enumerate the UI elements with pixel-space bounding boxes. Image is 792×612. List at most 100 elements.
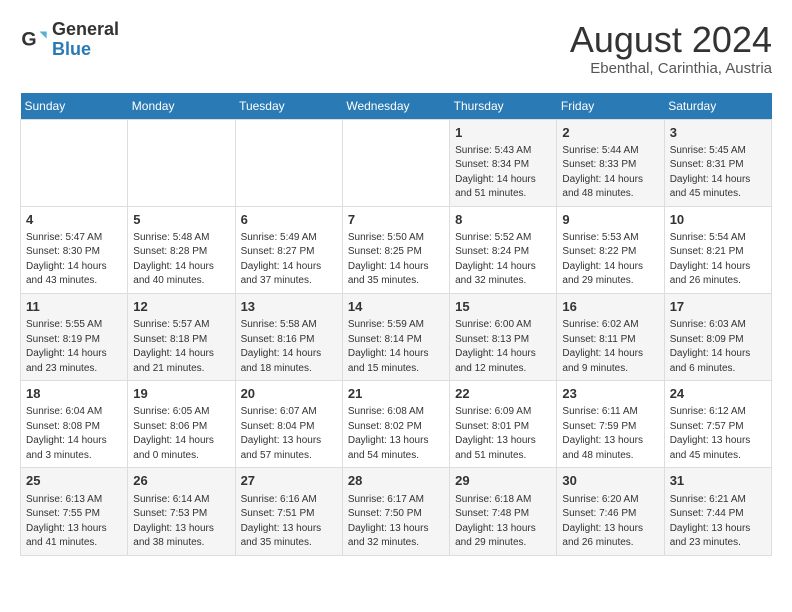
calendar-table: SundayMondayTuesdayWednesdayThursdayFrid… bbox=[20, 93, 772, 556]
day-number: 1 bbox=[455, 124, 551, 142]
cell-info: Sunrise: 6:20 AM Sunset: 7:46 PM Dayligh… bbox=[562, 493, 658, 551]
calendar-cell bbox=[21, 119, 128, 206]
calendar-cell bbox=[342, 119, 449, 206]
day-number: 4 bbox=[26, 211, 122, 229]
calendar-cell: 23Sunrise: 6:11 AM Sunset: 7:59 PM Dayli… bbox=[557, 381, 664, 468]
logo: G General Blue bbox=[20, 20, 119, 60]
calendar-cell: 12 Sunrise: 5:57 AM Sunset: 8:18 PM Dayli… bbox=[128, 293, 235, 380]
calendar-cell: 2Sunrise: 5:44 AM Sunset: 8:33 PM Daylig… bbox=[557, 119, 664, 206]
month-year-title: August 2024 bbox=[570, 20, 772, 60]
cell-info: Sunrise: 5:53 AM Sunset: 8:22 PM Dayligh… bbox=[562, 231, 658, 289]
cell-info: Sunrise: 5:43 AM Sunset: 8:34 PM Dayligh… bbox=[455, 144, 551, 202]
cell-info: Sunrise: 5:58 AM Sunset: 8:16 PM Dayligh… bbox=[241, 318, 337, 376]
cell-info: Sunrise: 6:17 AM Sunset: 7:50 PM Dayligh… bbox=[348, 493, 444, 551]
location-subtitle: Ebenthal, Carinthia, Austria bbox=[570, 60, 772, 77]
cell-info: Sunrise: 6:13 AM Sunset: 7:55 PM Dayligh… bbox=[26, 493, 122, 551]
calendar-cell: 11Sunrise: 5:55 AM Sunset: 8:19 PM Dayli… bbox=[21, 293, 128, 380]
day-number: 24 bbox=[670, 385, 766, 403]
calendar-cell: 5Sunrise: 5:48 AM Sunset: 8:28 PM Daylig… bbox=[128, 206, 235, 293]
cell-info: Sunrise: 6:21 AM Sunset: 7:44 PM Dayligh… bbox=[670, 493, 766, 551]
weekday-header-thursday: Thursday bbox=[450, 93, 557, 120]
day-number: 5 bbox=[133, 211, 229, 229]
calendar-cell: 26 Sunrise: 6:14 AM Sunset: 7:53 PM Dayli… bbox=[128, 468, 235, 555]
day-number: 26 bbox=[133, 472, 229, 490]
cell-info: Sunrise: 5:57 AM Sunset: 8:18 PM Dayligh… bbox=[133, 318, 229, 376]
calendar-cell: 25 Sunrise: 6:13 AM Sunset: 7:55 PM Dayli… bbox=[21, 468, 128, 555]
calendar-cell: 28 Sunrise: 6:17 AM Sunset: 7:50 PM Dayli… bbox=[342, 468, 449, 555]
day-number: 17 bbox=[670, 298, 766, 316]
weekday-header-friday: Friday bbox=[557, 93, 664, 120]
day-number: 8 bbox=[455, 211, 551, 229]
calendar-week-row: 11Sunrise: 5:55 AM Sunset: 8:19 PM Dayli… bbox=[21, 293, 772, 380]
day-number: 11 bbox=[26, 298, 122, 316]
day-number: 16 bbox=[562, 298, 658, 316]
logo-blue: Blue bbox=[52, 40, 119, 60]
day-number: 21 bbox=[348, 385, 444, 403]
cell-info: Sunrise: 6:09 AM Sunset: 8:01 PM Dayligh… bbox=[455, 405, 551, 463]
calendar-cell: 16 Sunrise: 6:02 AM Sunset: 8:11 PM Dayli… bbox=[557, 293, 664, 380]
weekday-header-tuesday: Tuesday bbox=[235, 93, 342, 120]
calendar-cell: 4 Sunrise: 5:47 AM Sunset: 8:30 PM Daylig… bbox=[21, 206, 128, 293]
calendar-cell bbox=[235, 119, 342, 206]
day-number: 19 bbox=[133, 385, 229, 403]
cell-info: Sunrise: 6:14 AM Sunset: 7:53 PM Dayligh… bbox=[133, 493, 229, 551]
day-number: 14 bbox=[348, 298, 444, 316]
calendar-cell: 6 Sunrise: 5:49 AM Sunset: 8:27 PM Daylig… bbox=[235, 206, 342, 293]
day-number: 22 bbox=[455, 385, 551, 403]
cell-info: Sunrise: 6:03 AM Sunset: 8:09 PM Dayligh… bbox=[670, 318, 766, 376]
day-number: 15 bbox=[455, 298, 551, 316]
calendar-cell: 7 Sunrise: 5:50 AM Sunset: 8:25 PM Daylig… bbox=[342, 206, 449, 293]
day-number: 25 bbox=[26, 472, 122, 490]
calendar-week-row: 4 Sunrise: 5:47 AM Sunset: 8:30 PM Daylig… bbox=[21, 206, 772, 293]
cell-info: Sunrise: 6:05 AM Sunset: 8:06 PM Dayligh… bbox=[133, 405, 229, 463]
day-number: 12 bbox=[133, 298, 229, 316]
cell-info: Sunrise: 5:47 AM Sunset: 8:30 PM Dayligh… bbox=[26, 231, 122, 289]
day-number: 7 bbox=[348, 211, 444, 229]
calendar-cell: 14Sunrise: 5:59 AM Sunset: 8:14 PM Dayli… bbox=[342, 293, 449, 380]
calendar-cell: 17 Sunrise: 6:03 AM Sunset: 8:09 PM Dayli… bbox=[664, 293, 771, 380]
calendar-cell: 22 Sunrise: 6:09 AM Sunset: 8:01 PM Dayli… bbox=[450, 381, 557, 468]
cell-info: Sunrise: 6:08 AM Sunset: 8:02 PM Dayligh… bbox=[348, 405, 444, 463]
calendar-header: SundayMondayTuesdayWednesdayThursdayFrid… bbox=[21, 93, 772, 120]
logo-icon: G bbox=[20, 26, 48, 54]
cell-info: Sunrise: 5:50 AM Sunset: 8:25 PM Dayligh… bbox=[348, 231, 444, 289]
calendar-cell: 19 Sunrise: 6:05 AM Sunset: 8:06 PM Dayli… bbox=[128, 381, 235, 468]
title-block: August 2024 Ebenthal, Carinthia, Austria bbox=[570, 20, 772, 77]
calendar-cell: 24 Sunrise: 6:12 AM Sunset: 7:57 PM Dayli… bbox=[664, 381, 771, 468]
calendar-cell: 27 Sunrise: 6:16 AM Sunset: 7:51 PM Dayli… bbox=[235, 468, 342, 555]
day-number: 31 bbox=[670, 472, 766, 490]
calendar-cell: 21 Sunrise: 6:08 AM Sunset: 8:02 PM Dayli… bbox=[342, 381, 449, 468]
calendar-week-row: 18 Sunrise: 6:04 AM Sunset: 8:08 PM Dayli… bbox=[21, 381, 772, 468]
day-number: 10 bbox=[670, 211, 766, 229]
cell-info: Sunrise: 5:49 AM Sunset: 8:27 PM Dayligh… bbox=[241, 231, 337, 289]
cell-info: Sunrise: 6:11 AM Sunset: 7:59 PM Dayligh… bbox=[562, 405, 658, 463]
cell-info: Sunrise: 6:00 AM Sunset: 8:13 PM Dayligh… bbox=[455, 318, 551, 376]
cell-info: Sunrise: 6:16 AM Sunset: 7:51 PM Dayligh… bbox=[241, 493, 337, 551]
calendar-cell: 31 Sunrise: 6:21 AM Sunset: 7:44 PM Dayli… bbox=[664, 468, 771, 555]
cell-info: Sunrise: 6:02 AM Sunset: 8:11 PM Dayligh… bbox=[562, 318, 658, 376]
calendar-cell: 13Sunrise: 5:58 AM Sunset: 8:16 PM Dayli… bbox=[235, 293, 342, 380]
cell-info: Sunrise: 6:04 AM Sunset: 8:08 PM Dayligh… bbox=[26, 405, 122, 463]
calendar-cell: 9Sunrise: 5:53 AM Sunset: 8:22 PM Daylig… bbox=[557, 206, 664, 293]
day-number: 28 bbox=[348, 472, 444, 490]
day-number: 30 bbox=[562, 472, 658, 490]
cell-info: Sunrise: 6:12 AM Sunset: 7:57 PM Dayligh… bbox=[670, 405, 766, 463]
weekday-header-wednesday: Wednesday bbox=[342, 93, 449, 120]
weekday-header-sunday: Sunday bbox=[21, 93, 128, 120]
calendar-week-row: 1 Sunrise: 5:43 AM Sunset: 8:34 PM Daylig… bbox=[21, 119, 772, 206]
day-number: 18 bbox=[26, 385, 122, 403]
page-header: G General Blue August 2024 Ebenthal, Car… bbox=[20, 20, 772, 77]
calendar-cell: 20Sunrise: 6:07 AM Sunset: 8:04 PM Dayli… bbox=[235, 381, 342, 468]
calendar-body: 1 Sunrise: 5:43 AM Sunset: 8:34 PM Daylig… bbox=[21, 119, 772, 555]
cell-info: Sunrise: 5:52 AM Sunset: 8:24 PM Dayligh… bbox=[455, 231, 551, 289]
cell-info: Sunrise: 5:54 AM Sunset: 8:21 PM Dayligh… bbox=[670, 231, 766, 289]
calendar-week-row: 25 Sunrise: 6:13 AM Sunset: 7:55 PM Dayli… bbox=[21, 468, 772, 555]
calendar-cell bbox=[128, 119, 235, 206]
cell-info: Sunrise: 6:07 AM Sunset: 8:04 PM Dayligh… bbox=[241, 405, 337, 463]
day-number: 6 bbox=[241, 211, 337, 229]
weekday-header-monday: Monday bbox=[128, 93, 235, 120]
calendar-cell: 10 Sunrise: 5:54 AM Sunset: 8:21 PM Dayli… bbox=[664, 206, 771, 293]
logo-general: General bbox=[52, 20, 119, 40]
day-number: 27 bbox=[241, 472, 337, 490]
day-number: 2 bbox=[562, 124, 658, 142]
